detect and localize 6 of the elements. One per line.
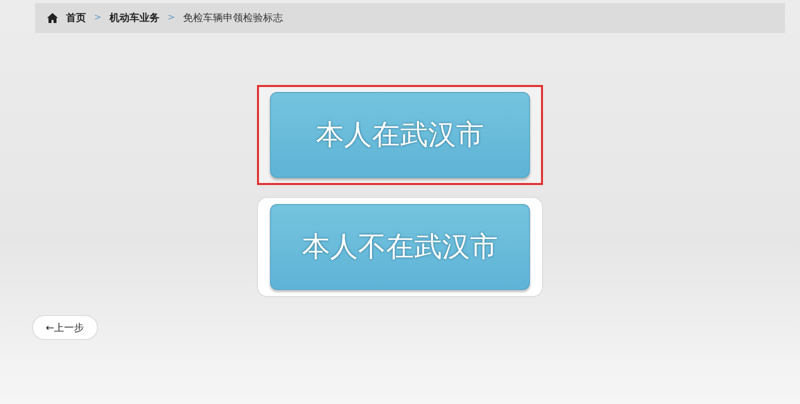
breadcrumb-link[interactable]: 机动车业务 bbox=[110, 11, 160, 25]
back-button[interactable]: ←上一步 bbox=[32, 315, 98, 340]
breadcrumb-separator: > bbox=[94, 13, 102, 23]
home-icon bbox=[47, 13, 58, 23]
breadcrumb-link[interactable]: 首页 bbox=[66, 11, 86, 25]
breadcrumb-separator: > bbox=[168, 13, 176, 23]
